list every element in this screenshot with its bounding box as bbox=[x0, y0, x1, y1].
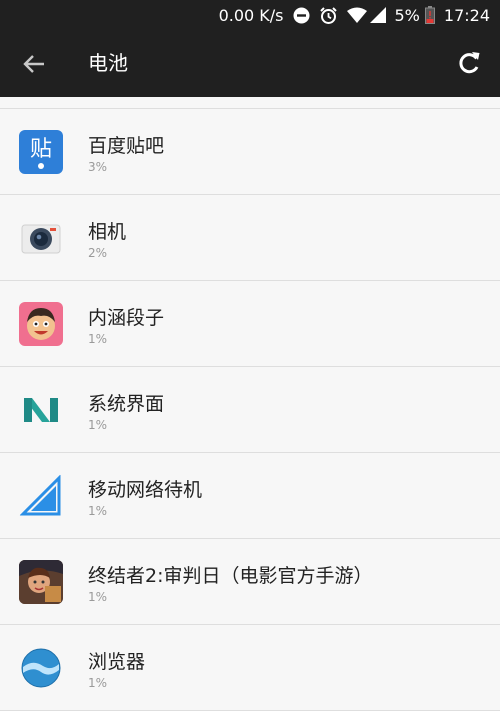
list-item[interactable]: 相机 2% bbox=[0, 195, 500, 281]
app-name: 浏览器 bbox=[88, 651, 146, 673]
cell-standby-icon bbox=[19, 474, 63, 518]
app-bar: 电池 bbox=[0, 30, 500, 97]
do-not-disturb-icon bbox=[293, 7, 310, 24]
battery-usage-list: 贴 百度贴吧 3% 相机 2% 内涵段子 1% 系统界面 1% 移动网络待机 1… bbox=[0, 97, 500, 711]
app-name: 相机 bbox=[88, 221, 127, 243]
status-bar: 0.00 K/s 5% 17:24 bbox=[0, 0, 500, 30]
list-item[interactable]: 移动网络待机 1% bbox=[0, 453, 500, 539]
list-item[interactable]: 浏览器 1% bbox=[0, 625, 500, 711]
app-usage: 1% bbox=[88, 676, 108, 690]
clock-time: 17:24 bbox=[443, 5, 490, 25]
app-usage: 1% bbox=[88, 418, 108, 432]
camera-icon bbox=[19, 216, 63, 260]
signal-icon bbox=[369, 7, 386, 23]
baidu-tieba-icon: 贴 bbox=[19, 130, 63, 174]
battery-percent: 5% bbox=[394, 5, 420, 25]
app-usage: 1% bbox=[88, 332, 108, 346]
alarm-icon bbox=[319, 6, 338, 25]
list-item[interactable]: 终结者2:审判日（电影官方手游） 1% bbox=[0, 539, 500, 625]
app-name: 移动网络待机 bbox=[88, 479, 203, 501]
page-title: 电池 bbox=[88, 51, 128, 75]
svg-text:贴: 贴 bbox=[30, 137, 52, 162]
app-usage: 1% bbox=[88, 504, 108, 518]
battery-icon bbox=[424, 6, 435, 24]
system-ui-icon bbox=[19, 388, 63, 432]
app-name: 内涵段子 bbox=[88, 307, 165, 329]
wifi-icon bbox=[346, 7, 367, 23]
neihan-duanzi-icon bbox=[19, 302, 63, 346]
list-item[interactable]: 系统界面 1% bbox=[0, 367, 500, 453]
network-speed: 0.00 K/s bbox=[218, 5, 284, 25]
list-item[interactable]: 贴 百度贴吧 3% bbox=[0, 109, 500, 195]
refresh-icon[interactable] bbox=[454, 48, 484, 78]
app-name: 系统界面 bbox=[88, 393, 165, 415]
browser-icon bbox=[19, 646, 63, 690]
back-arrow-icon[interactable] bbox=[20, 50, 48, 78]
app-usage: 1% bbox=[88, 590, 108, 604]
list-item[interactable]: 内涵段子 1% bbox=[0, 281, 500, 367]
app-usage: 3% bbox=[88, 160, 108, 174]
list-top-edge bbox=[0, 97, 500, 109]
app-usage: 2% bbox=[88, 246, 108, 260]
terminator2-game-icon bbox=[19, 560, 63, 604]
app-name: 终结者2:审判日（电影官方手游） bbox=[88, 565, 373, 587]
app-name: 百度贴吧 bbox=[88, 135, 165, 157]
